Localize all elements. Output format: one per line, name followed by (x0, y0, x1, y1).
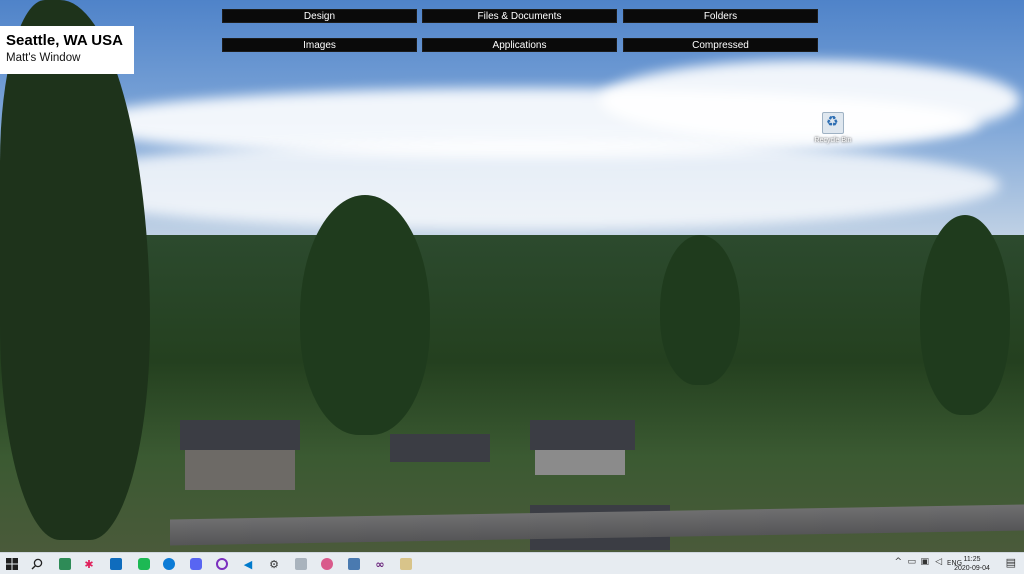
settings-icon: ⚙ (269, 557, 279, 571)
taskbar-app-6[interactable] (188, 556, 204, 572)
search-icon (31, 558, 43, 570)
cloud (600, 60, 1020, 140)
visual-studio-icon: ∞ (375, 557, 385, 571)
desktop-icon-recycle-bin[interactable]: Recycle Bin (812, 112, 854, 150)
files-documents-button[interactable]: Files & Documents (422, 9, 617, 23)
paint-icon (321, 558, 333, 570)
clock-date: 2020-09-04 (954, 565, 990, 572)
cloud (40, 140, 1000, 230)
taskbar-app-7[interactable] (214, 556, 230, 572)
circle-app-icon (216, 558, 228, 570)
tool-icon (348, 558, 360, 570)
taskbar-app-11[interactable] (319, 556, 335, 572)
taskbar-app-8[interactable]: ◀ (240, 556, 256, 572)
show-hidden-icons-chevron-icon[interactable]: ^ (894, 557, 902, 567)
edge-icon (163, 558, 175, 570)
taskbar-app-3[interactable] (108, 556, 124, 572)
taskbar-app-4[interactable] (136, 556, 152, 572)
taskbar: ✱ ◀ ⚙ ∞ ^ ▭ ▣ ◁ ENG 11:25 2020-09-04 ▤ (0, 552, 1024, 574)
notes-icon (400, 558, 412, 570)
outlook-icon (110, 558, 122, 570)
desktop-icon-label: Recycle Bin (814, 137, 852, 144)
slack-icon: ✱ (84, 557, 94, 571)
taskbar-app-2[interactable]: ✱ (81, 556, 97, 572)
location-title: Seattle, WA USA (6, 32, 123, 49)
green-app-icon (59, 558, 71, 570)
notifications-icon[interactable]: ▤ (1006, 556, 1016, 569)
recycle-bin-icon (822, 112, 844, 134)
images-button[interactable]: Images (222, 38, 417, 52)
taskbar-app-5[interactable] (161, 556, 177, 572)
design-button[interactable]: Design (222, 9, 417, 23)
search-button[interactable] (29, 556, 45, 572)
start-button[interactable] (4, 556, 20, 572)
tree (660, 235, 740, 385)
location-subtitle: Matt's Window (6, 52, 81, 64)
volume-icon[interactable]: ◁ (935, 557, 942, 567)
tree (300, 195, 430, 435)
clock-time: 11:25 (963, 556, 981, 563)
spotify-icon (138, 558, 150, 570)
roof (530, 420, 635, 450)
vscode-icon: ◀ (243, 557, 253, 571)
network-tray-icon[interactable]: ▭ (907, 557, 916, 567)
desktop-wallpaper (0, 0, 1024, 552)
monitor-tray-icon[interactable]: ▣ (920, 557, 929, 567)
clock[interactable]: 11:25 2020-09-04 (950, 555, 994, 573)
roof (390, 434, 490, 462)
taskbar-app-13[interactable]: ∞ (372, 556, 388, 572)
compressed-button[interactable]: Compressed (623, 38, 818, 52)
roof (180, 420, 300, 450)
photos-icon (295, 558, 307, 570)
taskbar-app-9[interactable]: ⚙ (266, 556, 282, 572)
windows-logo-icon (6, 558, 18, 570)
applications-button[interactable]: Applications (422, 38, 617, 52)
discord-icon (190, 558, 202, 570)
taskbar-app-14[interactable] (398, 556, 414, 572)
folders-button[interactable]: Folders (623, 9, 818, 23)
taskbar-app-12[interactable] (346, 556, 362, 572)
tree-line (0, 235, 1024, 552)
taskbar-app-10[interactable] (293, 556, 309, 572)
taskbar-app-1[interactable] (57, 556, 73, 572)
location-card: Seattle, WA USA Matt's Window (0, 26, 134, 74)
tree (920, 215, 1010, 415)
